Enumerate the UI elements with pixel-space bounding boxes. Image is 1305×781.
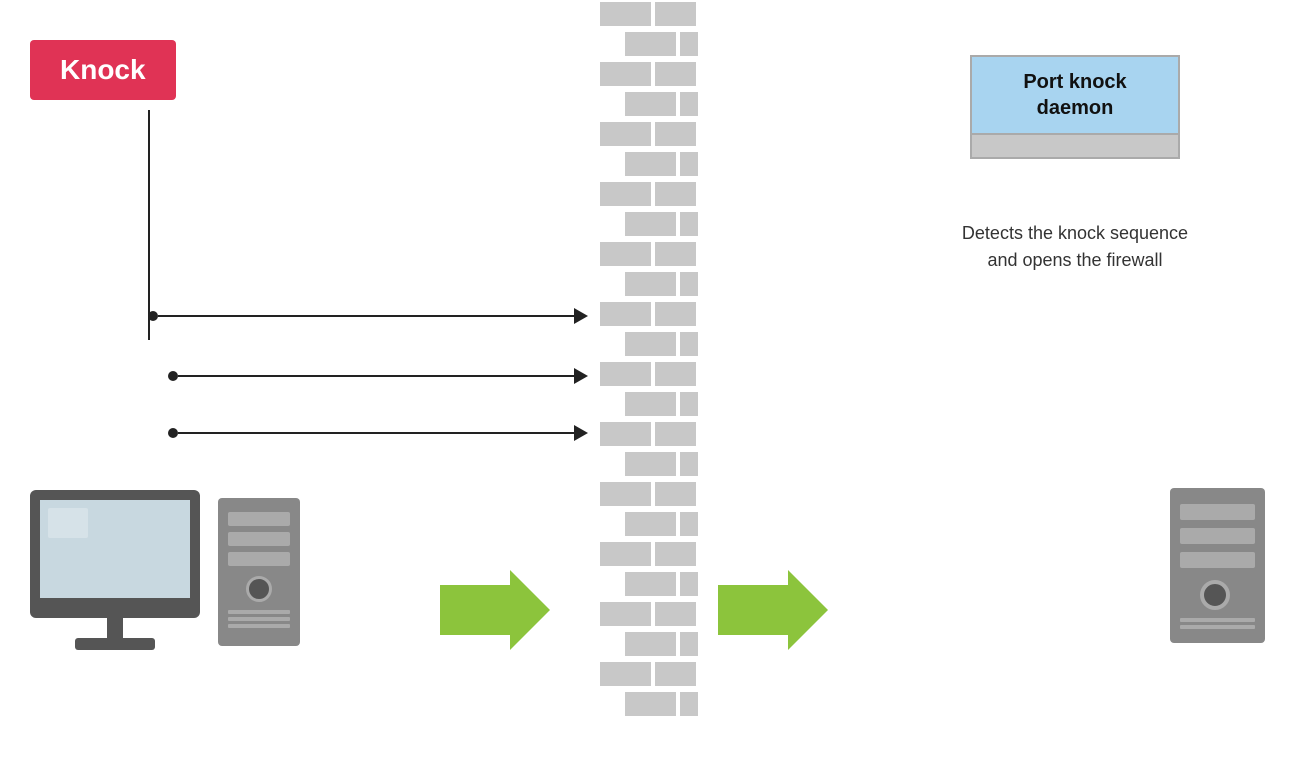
arrowhead-3 — [574, 425, 588, 441]
green-arrow-right — [718, 570, 828, 650]
dot-1 — [148, 311, 158, 321]
server-lines — [1180, 618, 1255, 629]
daemon-title-text: Port knock daemon — [1023, 71, 1126, 119]
brick-row — [598, 60, 698, 88]
brick-row — [623, 390, 698, 418]
knock-arrow-3 — [168, 425, 588, 441]
brick-row — [598, 540, 698, 568]
server-stripe-3 — [1180, 552, 1255, 568]
server-line — [1180, 618, 1255, 622]
knock-label-box: Knock — [30, 40, 176, 100]
brick-row — [598, 360, 698, 388]
brick-row — [598, 240, 698, 268]
brick-row — [623, 270, 698, 298]
brick-row — [598, 120, 698, 148]
brick-row — [623, 570, 698, 598]
screen-glare — [48, 508, 88, 538]
tower-lines — [228, 610, 290, 628]
brick-row — [598, 180, 698, 208]
knock-arrow-1 — [148, 308, 588, 324]
arrow-line-2 — [178, 375, 574, 377]
brick-row — [598, 480, 698, 508]
tower-body — [218, 498, 300, 646]
server-stripe-2 — [1180, 528, 1255, 544]
tower-circle — [246, 576, 272, 602]
arrowhead-2 — [574, 368, 588, 384]
brick-row — [623, 90, 698, 118]
brick-row — [598, 660, 698, 688]
dot-2 — [168, 371, 178, 381]
brick-row — [623, 330, 698, 358]
brick-row — [623, 450, 698, 478]
brick-row — [598, 600, 698, 628]
knock-arrow-2 — [168, 368, 588, 384]
tower-line — [228, 617, 290, 621]
monitor-screen — [40, 500, 190, 598]
server-line — [1180, 625, 1255, 629]
tower-line — [228, 610, 290, 614]
brick-row — [598, 300, 698, 328]
tower-stripe-2 — [228, 532, 290, 546]
knock-label-text: Knock — [60, 54, 146, 85]
vertical-connector-line — [148, 110, 150, 340]
brick-row — [623, 630, 698, 658]
server-body — [1170, 488, 1265, 643]
brick-row — [623, 210, 698, 238]
brick-row — [623, 690, 698, 718]
brick-row — [598, 0, 698, 28]
tower-stripe-3 — [228, 552, 290, 566]
tower-stripe-1 — [228, 512, 290, 526]
brick-row — [623, 510, 698, 538]
daemon-box-footer — [972, 135, 1178, 157]
detects-text: Detects the knock sequence and opens the… — [960, 220, 1190, 274]
dot-3 — [168, 428, 178, 438]
server-circle — [1200, 580, 1230, 610]
firewall-wall: .bwall { display:flex; margin-bottom:3px… — [598, 0, 698, 781]
monitor-stand-base — [75, 638, 155, 650]
brick-row — [598, 420, 698, 448]
brick-row — [623, 30, 698, 58]
brick-row — [623, 150, 698, 178]
arrowhead-1 — [574, 308, 588, 324]
arrow-line-3 — [178, 432, 574, 434]
monitor-stand-neck — [107, 618, 123, 640]
monitor-body — [30, 490, 200, 618]
tower-line — [228, 624, 290, 628]
server-stripe-1 — [1180, 504, 1255, 520]
daemon-box: Port knock daemon — [970, 55, 1180, 159]
daemon-box-header: Port knock daemon — [972, 57, 1178, 135]
arrow-line-1 — [158, 315, 574, 317]
green-arrow-left — [440, 570, 550, 650]
